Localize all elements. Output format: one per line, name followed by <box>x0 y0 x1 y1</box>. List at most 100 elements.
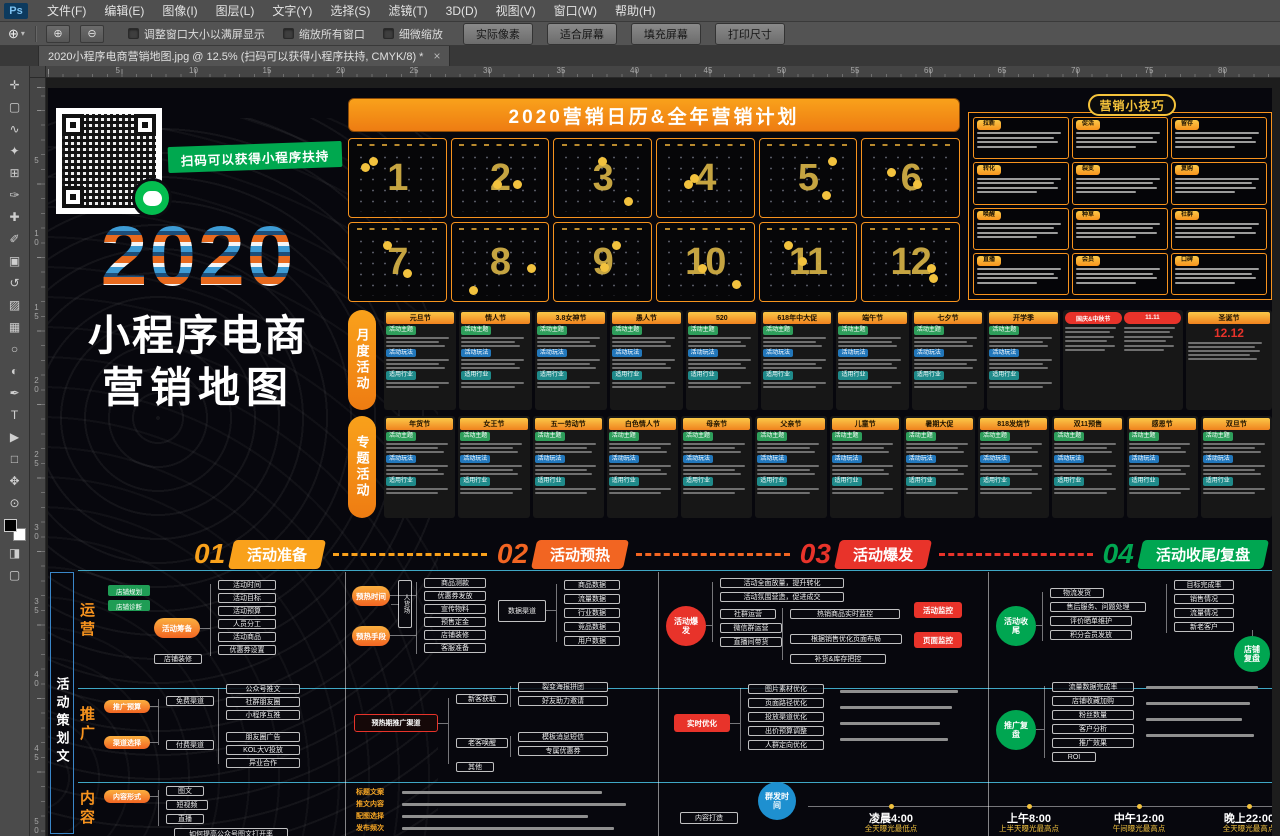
vertical-ruler[interactable]: 5101520253035404550 <box>30 78 46 836</box>
zoom-in-button[interactable]: ⊕ <box>46 25 70 43</box>
eraser-tool-icon[interactable]: ▨ <box>3 294 27 315</box>
shape-tool-icon[interactable]: □ <box>3 448 27 469</box>
field-chip: 适用行业 <box>1054 477 1084 486</box>
quick-mask-icon[interactable]: ◨ <box>3 542 27 563</box>
path-selection-tool-icon[interactable]: ▶ <box>3 426 27 447</box>
checkbox-缩放所有窗口[interactable]: 缩放所有窗口 <box>283 26 365 42</box>
text-line-bar <box>1188 350 1260 352</box>
flow-node-人员分工: 人员分工 <box>218 619 276 629</box>
connector-line <box>782 608 783 660</box>
flow-node-数据渠道: 数据渠道 <box>498 600 546 622</box>
flow-node-推广预算: 推广预算 <box>104 700 150 713</box>
menu-item-滤镜(T)[interactable]: 滤镜(T) <box>379 0 436 22</box>
document-tab[interactable]: 2020小程序电商营销地图.jpg @ 12.5% (扫码可以获得小程序扶持, … <box>38 46 450 66</box>
text-line-bar <box>980 469 1032 471</box>
marquee-tool-icon[interactable]: ▢ <box>3 96 27 117</box>
flow-node-商品测款: 商品测款 <box>424 578 486 588</box>
menu-item-图层(L)[interactable]: 图层(L) <box>207 0 264 22</box>
menu-item-文件(F)[interactable]: 文件(F) <box>38 0 95 22</box>
text-line-bar <box>1175 191 1235 193</box>
checkbox-box[interactable] <box>128 28 139 39</box>
checkbox-box[interactable] <box>283 28 294 39</box>
history-brush-tool-icon[interactable]: ↺ <box>3 272 27 293</box>
flow-node-活动商品: 活动商品 <box>218 632 276 642</box>
menu-item-窗口(W)[interactable]: 窗口(W) <box>545 0 606 22</box>
calendar-highlight-dot <box>493 180 502 189</box>
blur-tool-icon[interactable]: ○ <box>3 338 27 359</box>
menu-item-图像(I)[interactable]: 图像(I) <box>153 0 206 22</box>
text-line-bar <box>914 341 967 343</box>
tip-box-口碑: 口碑 <box>1171 253 1267 295</box>
field-chip: 适用行业 <box>914 371 944 380</box>
tip-label: 复购 <box>1175 165 1199 175</box>
field-chip: 活动玩法 <box>757 455 787 464</box>
text-line-bar <box>1175 273 1252 275</box>
menu-item-文字(Y)[interactable]: 文字(Y) <box>263 0 321 22</box>
text-line-bar <box>906 469 958 471</box>
monthly-activities-label: 月度活动 <box>348 310 376 410</box>
pen-tool-icon[interactable]: ✒ <box>3 382 27 403</box>
text-line-bar <box>1076 232 1157 234</box>
button-填充屏幕[interactable]: 填充屏幕 <box>631 23 701 45</box>
tip-box-唤醒: 唤醒 <box>973 208 1069 250</box>
field-chip: 活动主题 <box>535 432 565 441</box>
canvas-area[interactable]: 扫码可以获得小程序扶持 2020 小程序电商 营销地图 2020营销日历&全年营… <box>46 78 1280 836</box>
flow-node-预热时间: 预热时间 <box>352 586 390 606</box>
checkbox-细微缩放[interactable]: 细微缩放 <box>383 26 443 42</box>
gradient-tool-icon[interactable]: ▦ <box>3 316 27 337</box>
menu-item-选择(S)[interactable]: 选择(S) <box>321 0 379 22</box>
menu-item-编辑(E)[interactable]: 编辑(E) <box>95 0 153 22</box>
checkbox-调整窗口大小以满屏显示[interactable]: 调整窗口大小以满屏显示 <box>128 26 265 42</box>
hand-tool-icon[interactable]: ✥ <box>3 470 27 491</box>
text-line-bar <box>386 488 448 490</box>
text-line-bar <box>609 465 671 467</box>
screen-mode-icon[interactable]: ▢ <box>3 564 27 585</box>
text-line-bar <box>612 345 671 347</box>
menu-item-3D(D)[interactable]: 3D(D) <box>437 0 487 22</box>
text-line-bar <box>386 345 445 347</box>
menu-item-视图(V)[interactable]: 视图(V) <box>487 0 545 22</box>
field-chip: 活动主题 <box>688 326 718 335</box>
flow-node-其他: 其他 <box>456 762 494 772</box>
close-icon[interactable]: × <box>433 49 440 63</box>
button-打印尺寸[interactable]: 打印尺寸 <box>715 23 785 45</box>
text-line-bar <box>1175 227 1252 229</box>
text-line-bar <box>1076 137 1153 139</box>
button-实际像素[interactable]: 实际像素 <box>463 23 533 45</box>
menu-item-帮助(H)[interactable]: 帮助(H) <box>606 0 665 22</box>
type-tool-icon[interactable]: T <box>3 404 27 425</box>
zoom-out-button[interactable]: ⊖ <box>80 25 104 43</box>
checkbox-box[interactable] <box>383 28 394 39</box>
phase-chip-01: 活动准备 <box>228 540 326 569</box>
eyedropper-tool-icon[interactable]: ✑ <box>3 184 27 205</box>
text-line-bar <box>757 447 809 449</box>
text-line-bar <box>683 473 741 475</box>
dodge-tool-icon[interactable]: ◐ <box>3 360 27 381</box>
color-swatches[interactable] <box>4 519 26 541</box>
move-tool-icon[interactable]: ✛ <box>3 74 27 95</box>
timeline-label: 全天曝光最低点 <box>846 823 936 834</box>
chevron-down-icon[interactable]: ▾ <box>21 29 25 38</box>
flow-node-活动筹备: 活动筹备 <box>154 618 200 638</box>
healing-brush-tool-icon[interactable]: ✚ <box>3 206 27 227</box>
text-line-bar <box>838 341 891 343</box>
clone-stamp-tool-icon[interactable]: ▣ <box>3 250 27 271</box>
current-tool-zoom[interactable]: ⊕ ▾ <box>8 26 25 42</box>
zoom-tool-icon[interactable]: ⊙ <box>3 492 27 513</box>
flow-node-流量数据完成率: 流量数据完成率 <box>1052 682 1134 692</box>
quick-selection-tool-icon[interactable]: ✦ <box>3 140 27 161</box>
brush-tool-icon[interactable]: ✐ <box>3 228 27 249</box>
flow-node-小程序互推: 小程序互推 <box>226 710 300 720</box>
flow-node-KOL大V投放: KOL大V投放 <box>226 745 300 755</box>
poster-document: 扫码可以获得小程序扶持 2020 小程序电商 营销地图 2020营销日历&全年营… <box>48 88 1272 836</box>
flow-node-用户数据: 用户数据 <box>564 636 620 646</box>
connector-line <box>416 582 417 654</box>
lasso-tool-icon[interactable]: ∿ <box>3 118 27 139</box>
phase-label: 活动准备 <box>247 544 307 565</box>
horizontal-ruler[interactable]: 5101520253035404550556065707580 <box>46 66 1280 78</box>
special-activities-row: 年货节活动主题活动玩法适用行业女王节活动主题活动玩法适用行业五一劳动节活动主题活… <box>384 416 1272 518</box>
crop-tool-icon[interactable]: ⊞ <box>3 162 27 183</box>
foreground-color-swatch[interactable] <box>4 519 17 532</box>
button-适合屏幕[interactable]: 适合屏幕 <box>547 23 617 45</box>
text-line-bar <box>386 386 439 388</box>
